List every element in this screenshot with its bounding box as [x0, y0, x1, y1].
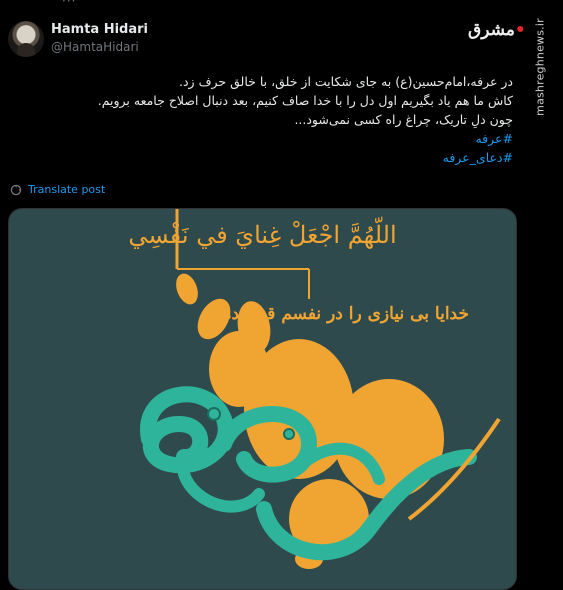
avatar[interactable]: [8, 21, 44, 57]
watermark-text: mashreghnews.ir: [533, 18, 547, 116]
tweet-line: در عرفه،امام‌حسین(ع) به جای شکایت از خلق…: [179, 74, 513, 89]
logo-dot-icon: •: [514, 20, 526, 40]
watermark: mashreghnews.ir: [531, 12, 549, 122]
tweet-line: کاش ما هم یاد بگیریم اول دل را با خدا صا…: [97, 93, 513, 108]
mashregh-logo: مشرق•: [468, 20, 526, 42]
globe-translate-icon: [10, 184, 22, 195]
post-image[interactable]: اللّهُمَّ اجْعَلْ غِنايَ في نَفْسِي خدای…: [8, 208, 517, 590]
persian-subtitle: خدایا بی نیازی را در نفسم قرار ده: [222, 304, 469, 324]
tweet-line: چون دلِ تاریک، چراغ راه کسی نمی‌شود...: [294, 112, 513, 127]
arabic-prayer-title: اللّهُمَّ اجْعَلْ غِنايَ في نَفْسِي: [128, 221, 397, 249]
translate-label: Translate post: [28, 183, 106, 196]
overflow-dots: ···: [62, 0, 77, 8]
hashtag-arafah[interactable]: #عرفه: [475, 131, 513, 146]
tweet-text: در عرفه،امام‌حسین(ع) به جای شکایت از خلق…: [43, 72, 513, 167]
calligraphy-art: [140, 209, 501, 569]
author-handle[interactable]: @HamtaHidari: [51, 40, 139, 54]
hashtag-doa-arafah[interactable]: #دعای_عرفه: [443, 150, 513, 165]
author-name[interactable]: Hamta Hidari: [51, 22, 148, 37]
translate-post-link[interactable]: Translate post: [10, 183, 105, 196]
logo-text: مشرق: [468, 20, 515, 40]
